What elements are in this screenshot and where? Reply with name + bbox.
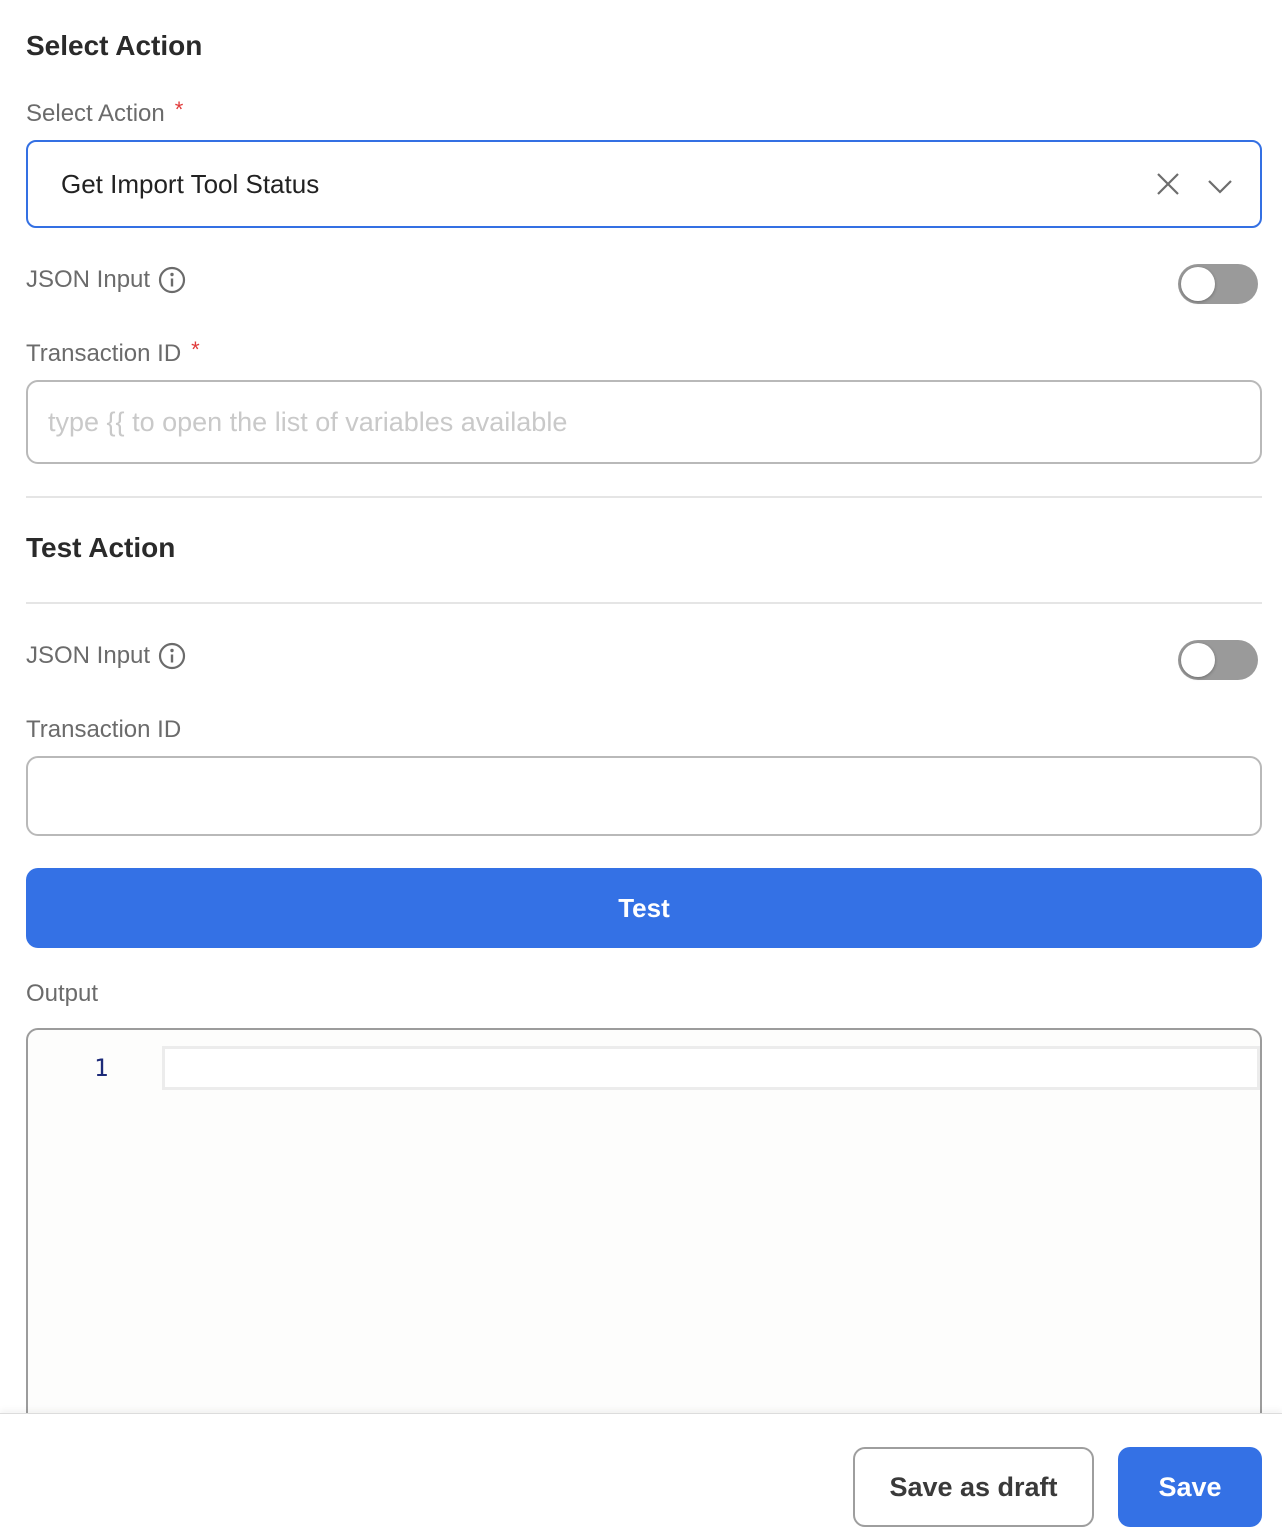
active-line-highlight[interactable] [162,1046,1260,1090]
test-transaction-id-label: Transaction ID [26,716,182,743]
test-transaction-id-input[interactable] [26,756,1262,836]
save-button[interactable]: Save [1118,1447,1262,1527]
toggle-knob [1181,267,1215,301]
close-icon[interactable] [1154,170,1182,198]
info-icon[interactable] [158,642,186,670]
action-select-value: Get Import Tool Status [61,168,320,199]
section-divider [26,602,1262,604]
select-action-heading: Select Action [26,30,203,61]
transaction-id-label: Transaction ID * [26,337,200,368]
output-label: Output [26,980,99,1007]
transaction-id-input[interactable] [26,380,1262,464]
required-asterisk: * [174,97,184,122]
required-asterisk: * [191,337,200,362]
test-button[interactable]: Test [26,868,1262,948]
test-action-heading: Test Action [26,532,176,563]
select-action-label-text: Select Action [26,100,165,127]
output-editor[interactable]: 1 [26,1028,1262,1448]
info-icon[interactable] [158,266,186,294]
chevron-down-icon[interactable] [1206,172,1234,200]
json-input-row: JSON Input [26,266,186,294]
toggle-knob [1181,643,1215,677]
json-input-toggle[interactable] [1178,264,1258,304]
section-divider [26,496,1262,498]
test-json-input-label: JSON Input [26,642,151,669]
json-input-label: JSON Input [26,266,151,293]
test-json-input-row: JSON Input [26,642,186,670]
line-number: 1 [94,1054,109,1082]
test-json-input-toggle[interactable] [1178,640,1258,680]
save-as-draft-button[interactable]: Save as draft [853,1447,1094,1527]
select-action-label: Select Action * [26,97,184,128]
action-select[interactable]: Get Import Tool Status [26,140,1262,228]
transaction-id-label-text: Transaction ID [26,340,182,367]
footer-bar: Save as draft Save [0,1413,1282,1540]
